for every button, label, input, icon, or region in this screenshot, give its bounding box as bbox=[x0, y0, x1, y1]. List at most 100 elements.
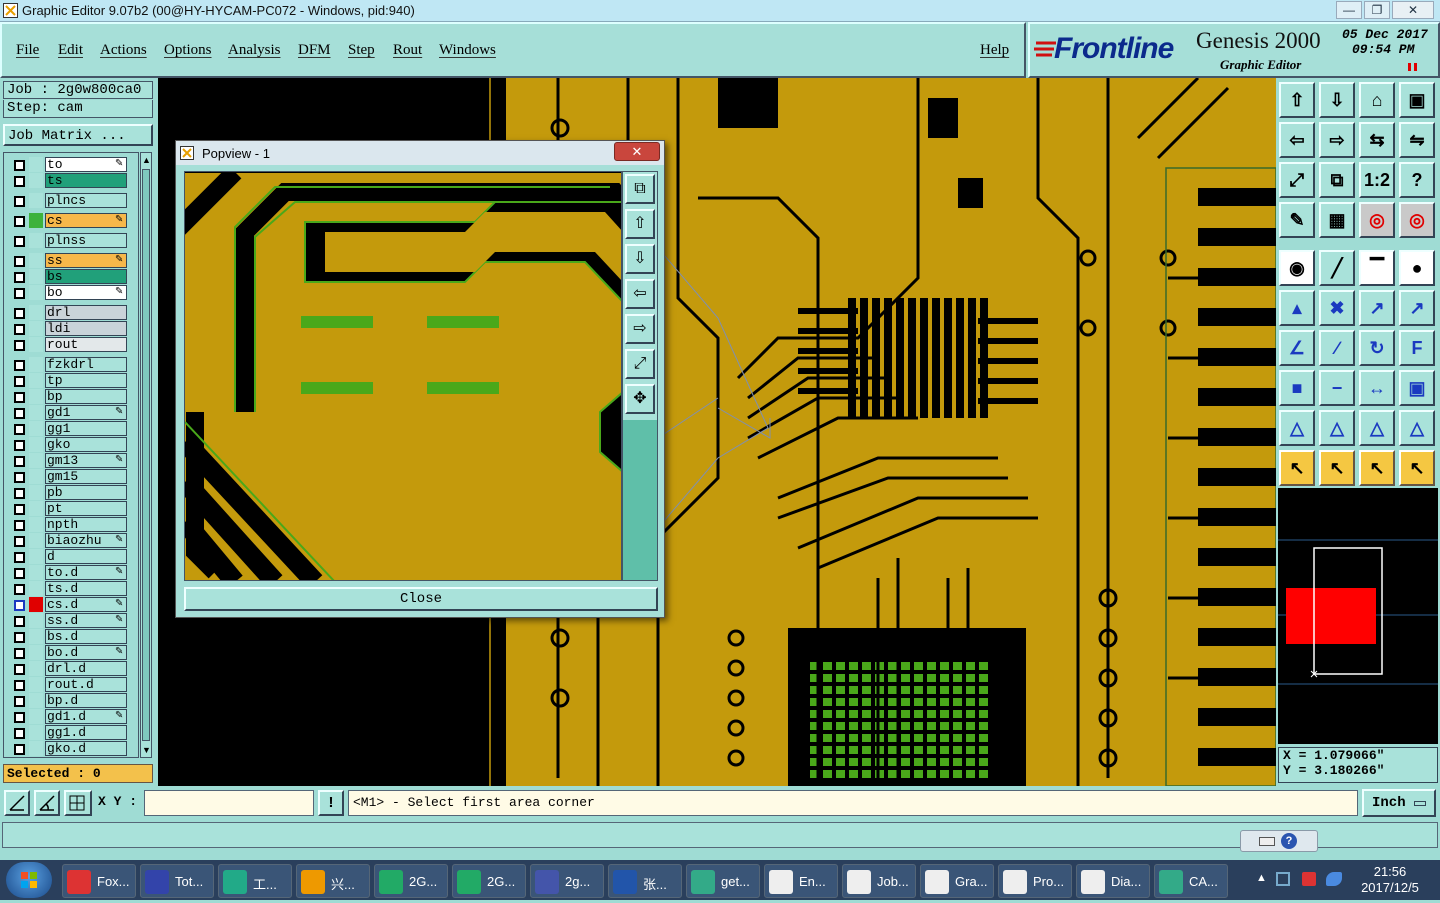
snap-mode-button[interactable] bbox=[4, 790, 30, 816]
pointer-box-button[interactable]: ↖ bbox=[1319, 450, 1355, 486]
taskbar-item[interactable]: Gra... bbox=[920, 864, 994, 898]
layer-marker[interactable] bbox=[29, 173, 43, 188]
layer-marker[interactable] bbox=[29, 373, 43, 388]
window-button[interactable]: ▣ bbox=[1399, 82, 1435, 118]
grid-toggle-button[interactable]: ▦ bbox=[1319, 202, 1355, 238]
arc-4-button[interactable]: △ bbox=[1399, 410, 1435, 446]
popview-titlebar[interactable]: Popview - 1 ✕ bbox=[176, 141, 664, 165]
layer-row[interactable]: gg1.d bbox=[11, 725, 129, 740]
pointer-multi-button[interactable]: ↖ bbox=[1399, 450, 1435, 486]
layer-checkbox[interactable] bbox=[14, 424, 25, 435]
layer-checkbox[interactable] bbox=[14, 176, 25, 187]
network-icon[interactable] bbox=[1276, 872, 1290, 886]
taskbar-item[interactable]: 兴... bbox=[296, 864, 370, 898]
layer-row[interactable]: bo.d ✎ bbox=[11, 645, 129, 660]
layer-marker[interactable] bbox=[29, 565, 43, 580]
layer-checkbox[interactable] bbox=[14, 648, 25, 659]
taskbar-item[interactable]: 2G... bbox=[374, 864, 448, 898]
layer-list-scrollbar[interactable]: ▲ ▼ bbox=[140, 152, 152, 758]
layer-name[interactable]: rout bbox=[45, 337, 127, 352]
layer-name[interactable]: ts bbox=[45, 173, 127, 188]
move-up-button[interactable]: ⇧ bbox=[625, 209, 655, 239]
home-button[interactable]: ⌂ bbox=[1359, 82, 1395, 118]
layer-name[interactable]: bp.d bbox=[45, 693, 127, 708]
layer-row[interactable]: gm13 ✎ bbox=[11, 453, 129, 468]
swap-button[interactable]: ⇆ bbox=[1359, 122, 1395, 158]
layer-marker[interactable] bbox=[29, 725, 43, 740]
layer-row[interactable]: plncs bbox=[11, 193, 129, 208]
layer-marker[interactable] bbox=[29, 421, 43, 436]
taskbar-item[interactable]: Tot... bbox=[140, 864, 214, 898]
minimize-button[interactable]: — bbox=[1336, 1, 1362, 19]
layer-name[interactable]: rout.d bbox=[45, 677, 127, 692]
fit-button[interactable]: ⤢ bbox=[625, 349, 655, 379]
node-2-button[interactable]: ↗ bbox=[1399, 290, 1435, 326]
warning-icon[interactable]: ! bbox=[318, 790, 344, 816]
xy-input[interactable] bbox=[144, 790, 314, 816]
layer-marker[interactable] bbox=[29, 357, 43, 372]
layer-marker[interactable] bbox=[29, 485, 43, 500]
layer-marker[interactable] bbox=[29, 437, 43, 452]
layer-marker[interactable] bbox=[29, 453, 43, 468]
layer-row[interactable]: pt bbox=[11, 501, 129, 516]
layer-row[interactable]: plnss bbox=[11, 233, 129, 248]
measure-button[interactable]: ↔ bbox=[1359, 370, 1395, 406]
menu-rout[interactable]: Rout bbox=[393, 42, 422, 59]
taskbar-item[interactable]: 2g... bbox=[530, 864, 604, 898]
layer-checkbox[interactable] bbox=[14, 632, 25, 643]
layer-checkbox[interactable] bbox=[14, 616, 25, 627]
help-icon[interactable]: ? bbox=[1281, 833, 1297, 849]
grid-button[interactable] bbox=[64, 790, 92, 816]
layer-checkbox[interactable] bbox=[14, 236, 25, 247]
tray-arrow-icon[interactable]: ▲ bbox=[1256, 872, 1267, 884]
layer-row[interactable]: bp.d bbox=[11, 693, 129, 708]
layer-row[interactable]: tp bbox=[11, 373, 129, 388]
layer-checkbox[interactable] bbox=[14, 552, 25, 563]
close-window-button[interactable]: ✕ bbox=[1392, 1, 1434, 19]
layer-row[interactable]: gko.d bbox=[11, 741, 129, 756]
layer-checkbox[interactable] bbox=[14, 216, 25, 227]
layer-checkbox[interactable] bbox=[14, 456, 25, 467]
layer-row[interactable]: bs.d bbox=[11, 629, 129, 644]
layer-name[interactable]: gg1.d bbox=[45, 725, 127, 740]
layer-checkbox[interactable] bbox=[14, 536, 25, 547]
pan-right-button[interactable]: ⇨ bbox=[1319, 122, 1355, 158]
layer-row[interactable]: drl bbox=[11, 305, 129, 320]
layer-name[interactable]: tp bbox=[45, 373, 127, 388]
layer-marker[interactable] bbox=[29, 285, 43, 300]
layer-row[interactable]: cs.d ✎ bbox=[11, 597, 129, 612]
menu-help[interactable]: Help bbox=[980, 42, 1009, 59]
layer-name[interactable]: drl.d bbox=[45, 661, 127, 676]
layer-name[interactable]: gg1 bbox=[45, 421, 127, 436]
layer-checkbox[interactable] bbox=[14, 488, 25, 499]
layer-marker[interactable] bbox=[29, 677, 43, 692]
layer-row[interactable]: d bbox=[11, 549, 129, 564]
layer-row[interactable]: ts.d bbox=[11, 581, 129, 596]
scroll-thumb[interactable] bbox=[142, 169, 150, 741]
edit-tools-button[interactable]: ✎ bbox=[1279, 202, 1315, 238]
circle-tool-button[interactable]: ● bbox=[1399, 250, 1435, 286]
layer-checkbox[interactable] bbox=[14, 584, 25, 595]
layer-row[interactable]: gko bbox=[11, 437, 129, 452]
menu-edit[interactable]: Edit bbox=[58, 42, 83, 59]
zoom-in-button[interactable]: ⧉ bbox=[625, 174, 655, 204]
slash-button[interactable]: ∕ bbox=[1319, 330, 1355, 366]
layer-row[interactable]: ts bbox=[11, 173, 129, 188]
layer-name[interactable]: ts.d bbox=[45, 581, 127, 596]
taskbar-item[interactable]: Dia... bbox=[1076, 864, 1150, 898]
taskbar-item[interactable]: Job... bbox=[842, 864, 916, 898]
layer-marker[interactable] bbox=[29, 693, 43, 708]
layer-name[interactable]: pt bbox=[45, 501, 127, 516]
layer-name[interactable]: plnss bbox=[45, 233, 127, 248]
layer-name[interactable]: d bbox=[45, 549, 127, 564]
layer-checkbox[interactable] bbox=[14, 744, 25, 755]
menu-analysis[interactable]: Analysis bbox=[228, 42, 281, 59]
layer-marker[interactable] bbox=[29, 213, 43, 228]
pointer-circle-button[interactable]: ↖ bbox=[1359, 450, 1395, 486]
cloud-icon[interactable] bbox=[1326, 872, 1342, 886]
layer-marker[interactable] bbox=[29, 645, 43, 660]
unit-selector[interactable]: Inch bbox=[1362, 789, 1436, 817]
scale-1-2-button[interactable]: 1:2 bbox=[1359, 162, 1395, 198]
layer-checkbox[interactable] bbox=[14, 520, 25, 531]
layer-checkbox[interactable] bbox=[14, 504, 25, 515]
